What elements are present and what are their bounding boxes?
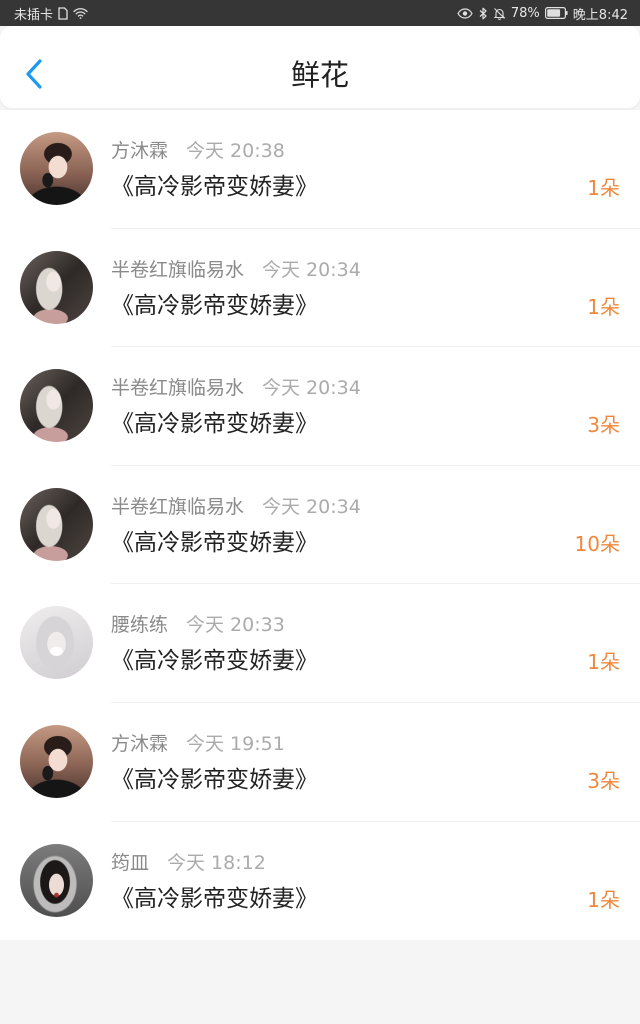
book-title: 《高冷影帝变娇妻》 xyxy=(111,648,318,675)
flower-count: 3朵 xyxy=(587,413,620,438)
flower-count: 1朵 xyxy=(587,650,620,675)
meta-row: 筠皿 今天 18:12 xyxy=(111,851,266,875)
bluetooth-icon xyxy=(478,7,488,20)
list-item[interactable]: 腰练练 今天 20:33 《高冷影帝变娇妻》 1朵 xyxy=(0,584,640,703)
book-title: 《高冷影帝变娇妻》 xyxy=(111,885,318,912)
sender-name: 半卷红旗临易水 xyxy=(111,377,245,400)
avatar[interactable] xyxy=(20,724,93,798)
avatar[interactable] xyxy=(20,487,93,561)
battery-fill xyxy=(546,9,560,17)
sender-name: 半卷红旗临易水 xyxy=(111,258,245,281)
meta-row: 半卷红旗临易水 今天 20:34 xyxy=(111,495,361,519)
meta-row: 腰练练 今天 20:33 xyxy=(111,613,285,637)
sender-name: 方沐霖 xyxy=(111,140,169,162)
book-title: 《高冷影帝变娇妻》 xyxy=(111,174,318,200)
sender-name: 半卷红旗临易水 xyxy=(111,495,245,518)
status-right: 78% 晚上8:42 xyxy=(457,4,628,23)
status-bar: 未插卡 78% 晚上8:42 xyxy=(0,0,640,26)
avatar[interactable] xyxy=(20,843,93,917)
meta-row: 方沐霖 今天 20:38 xyxy=(111,139,285,163)
book-title: 《高冷影帝变娇妻》 xyxy=(111,411,318,438)
page-title: 鲜花 xyxy=(290,58,349,92)
list-item[interactable]: 半卷红旗临易水 今天 20:34 《高冷影帝变娇妻》 10朵 xyxy=(0,466,640,585)
clock: 晚上8:42 xyxy=(572,7,628,23)
wifi-icon xyxy=(73,7,88,19)
book-title: 《高冷影帝变娇妻》 xyxy=(111,292,318,319)
flower-count: 1朵 xyxy=(587,294,620,319)
sender-name: 筠皿 xyxy=(111,851,150,874)
sender-name: 腰练练 xyxy=(111,614,169,637)
battery-percent: 78% xyxy=(510,5,540,21)
meta-row: 方沐霖 今天 19:51 xyxy=(111,732,285,756)
list-item[interactable]: 方沐霖 今天 19:51 《高冷影帝变娇妻》 3朵 xyxy=(0,703,640,822)
list-item[interactable]: 半卷红旗临易水 今天 20:34 《高冷影帝变娇妻》 3朵 xyxy=(0,347,640,466)
list-item[interactable]: 筠皿 今天 18:12 《高冷影帝变娇妻》 1朵 xyxy=(0,822,640,941)
book-title: 《高冷影帝变娇妻》 xyxy=(111,766,318,793)
sender-name: 方沐霖 xyxy=(111,732,169,755)
list-item[interactable]: 半卷红旗临易水 今天 20:34 《高冷影帝变娇妻》 1朵 xyxy=(0,229,640,348)
bell-off-icon xyxy=(493,7,506,20)
gift-time: 今天 18:12 xyxy=(167,851,266,874)
avatar[interactable] xyxy=(20,132,93,205)
meta-row: 半卷红旗临易水 今天 20:34 xyxy=(111,376,361,400)
nav-header: 鲜花 xyxy=(0,26,640,108)
avatar[interactable] xyxy=(20,606,93,680)
gift-time: 今天 20:34 xyxy=(262,495,361,518)
flower-count: 10朵 xyxy=(574,531,620,556)
avatar[interactable] xyxy=(20,250,93,324)
list-item[interactable]: 方沐霖 今天 20:38 《高冷影帝变娇妻》 1朵 xyxy=(0,110,640,229)
eye-icon xyxy=(457,7,473,19)
gift-time: 今天 19:51 xyxy=(186,732,285,755)
flower-count: 1朵 xyxy=(587,887,620,912)
carrier-label: 未插卡 xyxy=(14,7,54,23)
book-title: 《高冷影帝变娇妻》 xyxy=(111,529,318,556)
flower-count: 1朵 xyxy=(587,176,620,200)
avatar[interactable] xyxy=(20,369,93,443)
sim-card-icon xyxy=(58,6,68,20)
status-left: 未插卡 xyxy=(14,4,88,23)
battery-icon xyxy=(544,7,568,19)
flower-count: 3朵 xyxy=(587,768,620,793)
flower-gift-list: 方沐霖 今天 20:38 《高冷影帝变娇妻》 1朵 半卷红旗临易水 今天 20:34… xyxy=(0,110,640,941)
gift-time: 今天 20:38 xyxy=(186,140,285,162)
meta-row: 半卷红旗临易水 今天 20:34 xyxy=(111,258,361,282)
gift-time: 今天 20:34 xyxy=(262,377,361,400)
gift-time: 今天 20:33 xyxy=(186,614,285,637)
gift-time: 今天 20:34 xyxy=(262,258,361,281)
